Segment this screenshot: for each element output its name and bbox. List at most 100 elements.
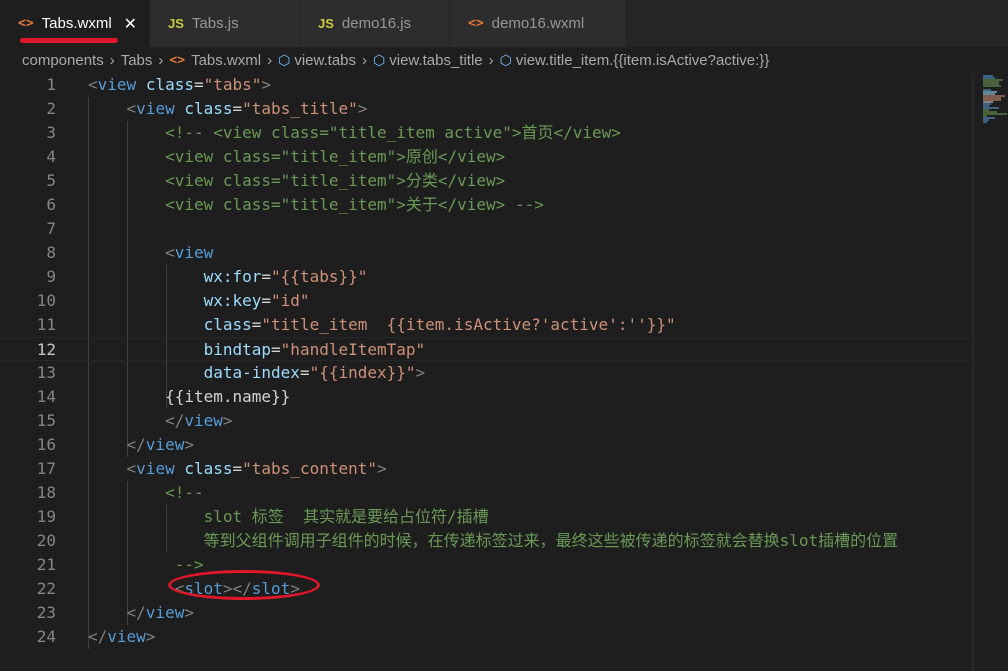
- line-number: 19: [36, 507, 56, 526]
- code-line[interactable]: 10 wx:key="id": [0, 289, 975, 313]
- line-number: 24: [36, 627, 56, 646]
- minimap[interactable]: [975, 73, 1008, 671]
- code-line[interactable]: 5 <view class="title_item">分类</view>: [0, 169, 975, 193]
- line-number: 23: [36, 603, 56, 622]
- element-cube-icon: ⬡: [278, 51, 291, 68]
- code-line[interactable]: 24 </view>: [0, 625, 975, 649]
- code-text: slot 标签 其实就是要给占位符/插槽: [203, 507, 489, 526]
- minimap-line: [983, 85, 1001, 87]
- line-number: 6: [46, 195, 56, 214]
- line-number: 16: [36, 435, 56, 454]
- code-line[interactable]: 3 <!-- <view class="title_item active">首…: [0, 121, 975, 145]
- code-line[interactable]: 2 <view class="tabs_title">: [0, 97, 975, 121]
- code-line[interactable]: 8 <view: [0, 241, 975, 265]
- code-text: </view>: [88, 627, 156, 646]
- code-text: <!-- <view class="title_item active">首页<…: [165, 123, 621, 142]
- tab-demo16-js[interactable]: JS demo16.js: [300, 0, 450, 47]
- line-number: 10: [36, 291, 56, 310]
- code-line[interactable]: 23 </view>: [0, 601, 975, 625]
- code-text: <view class="tabs_title">: [126, 99, 368, 118]
- annotation-underline: [20, 38, 118, 43]
- code-text: <view: [165, 243, 214, 262]
- tab-demo16-wxml[interactable]: <> demo16.wxml: [450, 0, 626, 47]
- xml-file-icon: <>: [18, 16, 34, 31]
- code-line[interactable]: 4 <view class="title_item">原创</view>: [0, 145, 975, 169]
- breadcrumb-item[interactable]: view.tabs_title: [389, 52, 482, 69]
- line-number: 21: [36, 555, 56, 574]
- code-line[interactable]: 17 <view class="tabs_content">: [0, 457, 975, 481]
- line-number: 8: [46, 243, 56, 262]
- line-number: 7: [46, 219, 56, 238]
- code-text: <!--: [165, 483, 204, 502]
- tab-label: demo16.js: [341, 15, 412, 32]
- code-line[interactable]: 7: [0, 217, 975, 241]
- line-number: 4: [46, 147, 56, 166]
- line-number: 5: [46, 171, 56, 190]
- line-number: 11: [36, 315, 56, 334]
- code-text: data-index="{{index}}">: [203, 363, 426, 382]
- tab-label: Tabs.js: [191, 15, 239, 32]
- code-line[interactable]: 9 wx:for="{{tabs}}": [0, 265, 975, 289]
- code-line[interactable]: 15 </view>: [0, 409, 975, 433]
- code-line[interactable]: 1 <view class="tabs">: [0, 73, 975, 97]
- breadcrumb: components › Tabs › <> Tabs.wxml › ⬡ view.tabs › ⬡…: [0, 47, 1008, 73]
- code-text: </view>: [126, 603, 194, 622]
- code-line[interactable]: 6 <view class="title_item">关于</view> -->: [0, 193, 975, 217]
- breadcrumb-item[interactable]: Tabs.wxml: [191, 52, 261, 69]
- tab-tabs-js[interactable]: JS Tabs.js: [150, 0, 300, 47]
- code-text: class="title_item {{item.isActive?'activ…: [203, 315, 676, 334]
- annotation-circle: [168, 570, 320, 600]
- code-text: </view>: [165, 411, 233, 430]
- code-text: <view class="title_item">关于</view> -->: [165, 195, 544, 214]
- code-text: 等到父组件调用子组件的时候，在传递标签过来，最终这些被传递的标签就会替换slot…: [203, 531, 899, 550]
- breadcrumb-item[interactable]: components: [22, 52, 104, 69]
- line-number: 12: [36, 340, 56, 359]
- line-number: 15: [36, 411, 56, 430]
- code-text: <view class="tabs_content">: [126, 459, 387, 478]
- chevron-right-icon: ›: [362, 51, 368, 69]
- xml-file-icon: <>: [169, 52, 186, 68]
- chevron-right-icon: ›: [267, 51, 273, 69]
- code-line[interactable]: 19 slot 标签 其实就是要给占位符/插槽: [0, 505, 975, 529]
- xml-file-icon: <>: [468, 16, 484, 31]
- code-editor[interactable]: 1 <view class="tabs"> 2 <view class="tabs_…: [0, 73, 1008, 671]
- chevron-right-icon: ›: [488, 51, 494, 69]
- line-number: 13: [36, 363, 56, 382]
- tab-label: Tabs.wxml: [41, 15, 112, 32]
- js-file-icon: JS: [168, 16, 184, 31]
- code-text: <view class="title_item">原创</view>: [165, 147, 506, 166]
- line-number: 17: [36, 459, 56, 478]
- tab-bar: <> Tabs.wxml ✕ JS Tabs.js JS demo16.js <> demo16…: [0, 0, 1008, 47]
- code-text: <view class="title_item">分类</view>: [165, 171, 506, 190]
- code-line[interactable]: 21 -->: [0, 553, 975, 577]
- line-number: 20: [36, 531, 56, 550]
- code-text: {{item.name}}: [165, 387, 291, 406]
- breadcrumb-item[interactable]: Tabs: [121, 52, 153, 69]
- chevron-right-icon: ›: [158, 51, 164, 69]
- code-text: </view>: [126, 435, 194, 454]
- element-cube-icon: ⬡: [499, 51, 512, 68]
- code-line[interactable]: 14 {{item.name}}: [0, 385, 975, 409]
- code-text: wx:for="{{tabs}}": [203, 267, 368, 286]
- js-file-icon: JS: [318, 16, 334, 31]
- code-line[interactable]: 13 data-index="{{index}}">: [0, 361, 975, 385]
- line-number: 2: [46, 99, 56, 118]
- code-text: <view class="tabs">: [88, 75, 272, 94]
- minimap-line: [983, 121, 987, 123]
- breadcrumb-item[interactable]: view.title_item.{{item.isActive?active:}…: [516, 52, 769, 69]
- code-line[interactable]: 11 class="title_item {{item.isActive?'ac…: [0, 313, 975, 337]
- code-line[interactable]: 18 <!--: [0, 481, 975, 505]
- close-icon[interactable]: ✕: [124, 14, 137, 34]
- code-line[interactable]: 16 </view>: [0, 433, 975, 457]
- code-text: -->: [174, 555, 204, 574]
- breadcrumb-item[interactable]: view.tabs: [294, 52, 356, 69]
- chevron-right-icon: ›: [109, 51, 115, 69]
- line-number: 14: [36, 387, 56, 406]
- element-cube-icon: ⬡: [373, 51, 386, 68]
- line-number: 1: [46, 75, 56, 94]
- line-number: 18: [36, 483, 56, 502]
- code-line[interactable]: 22 <slot></slot>: [0, 577, 975, 601]
- tab-tabs-wxml[interactable]: <> Tabs.wxml ✕: [0, 0, 150, 47]
- code-line[interactable]: 12 bindtap="handleItemTap": [0, 337, 975, 361]
- code-line[interactable]: 20 等到父组件调用子组件的时候，在传递标签过来，最终这些被传递的标签就会替换s…: [0, 529, 975, 553]
